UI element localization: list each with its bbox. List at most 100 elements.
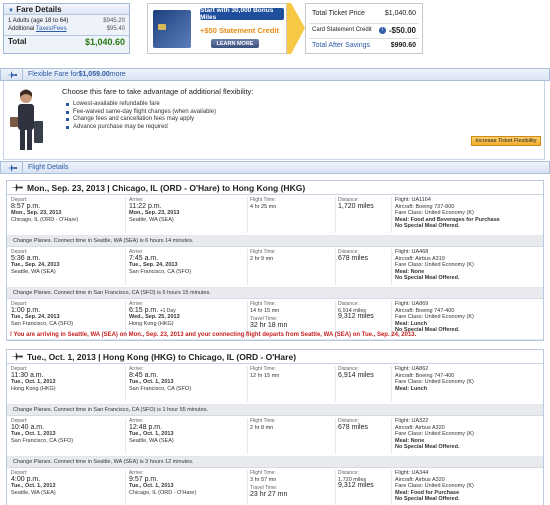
flight-time-label: Flight Time: [250, 197, 276, 203]
increase-flexibility-button[interactable]: Increase Ticket Flexibility [471, 136, 541, 146]
column-divider [335, 366, 336, 402]
fare-adults-row: 1 Adults (age 18 to 64) $945.20 [4, 17, 129, 25]
travel-time-value: 32 hr 18 mn [250, 321, 288, 329]
depart-place: Seattle, WA (SEA) [11, 489, 56, 496]
depart-date: Tue., Oct. 1, 2013 [11, 379, 56, 386]
credit-card-image [153, 10, 191, 48]
arrive-time: 8:45 a.m. [129, 371, 159, 379]
flex-benefit-item: Change fees and cancellation fees may ap… [66, 116, 216, 124]
segment-distance: Distance: 6,914 miles [338, 366, 393, 379]
summary-divider-2 [309, 38, 419, 39]
card-credit-value: -$50.00 [388, 26, 416, 35]
fare-total-label: Total [8, 37, 27, 46]
arrive-time: 12:48 p.m. [129, 423, 163, 431]
column-divider [247, 418, 248, 454]
arrive-date: Tue., Sep. 24, 2013 [129, 262, 178, 269]
distance-value: 6,914 miles [338, 371, 374, 379]
column-divider [391, 197, 392, 233]
flight-time-value: 4 hr 25 mn [250, 203, 277, 210]
credit-card-promo[interactable]: Start with 30,000 Bonus Miles +$50 State… [147, 3, 287, 54]
column-divider [247, 470, 248, 505]
segment-flight-info: Flight: UA468 Aircraft: Airbus A319 Fare… [395, 249, 543, 282]
flight-number[interactable]: Flight: UA468 [395, 249, 428, 255]
distance-value: 1,720 miles [338, 202, 374, 210]
flexible-fare-bar[interactable]: Flexible Fare for $1,059.00 more [0, 68, 550, 81]
fare-class: Fare Class: United Economy (K) [395, 483, 474, 490]
fare-collapse-icon[interactable]: ▼ [8, 8, 14, 14]
flight-details-bar[interactable]: Flight Details [0, 161, 550, 174]
flight-number[interactable]: Flight: UA862 [395, 366, 428, 372]
fare-class: Fare Class: United Economy (K) [395, 314, 474, 321]
arrive-place: San Francisco, CA (SFO) [129, 385, 192, 392]
column-divider [335, 418, 336, 454]
depart-time: 5:36 a.m. [11, 254, 41, 262]
fare-adults-value: $945.20 [103, 18, 125, 24]
segment-arrive: Arrive: 9:57 p.m. Tue., Oct. 1, 2013 Chi… [129, 470, 247, 496]
flight-number[interactable]: Flight: UA1164 [395, 197, 431, 203]
traveler-illustration [10, 89, 43, 150]
outbound-route: Mon., Sep. 23, 2013 | Chicago, IL (ORD -… [27, 182, 306, 193]
column-divider [247, 366, 248, 402]
depart-place: Seattle, WA (SEA) [11, 268, 56, 275]
fare-total-value: $1,040.60 [84, 37, 125, 47]
flight-time-value: 2 hr 8 mn [250, 424, 274, 431]
promo-banner: Start with 30,000 Bonus Miles [200, 7, 284, 21]
column-divider [335, 470, 336, 505]
flight-time-value: 3 hr 57 mn [250, 476, 277, 483]
flight-details-title: Flight Details [28, 164, 69, 171]
flight-segment: Depart: 11:30 a.m. Tue., Oct. 1, 2013 Ho… [7, 364, 543, 405]
segment-arrive: Arrive: 6:15 p.m. +1 Day Wed., Sep. 25, … [129, 301, 247, 327]
summary-divider [309, 23, 419, 24]
column-divider [125, 470, 126, 505]
flight-number[interactable]: Flight: UA344 [395, 470, 428, 476]
fare-class: Fare Class: United Economy (K) [395, 210, 474, 217]
segment-flight-info: Flight: UA344 Aircraft: Airbus A320 Fare… [395, 470, 543, 503]
meal-info: Meal: Food and Beverages for Purchase [395, 216, 500, 223]
info-icon[interactable]: i [379, 27, 386, 34]
plane-icon [1, 69, 23, 80]
column-divider [125, 249, 126, 285]
flight-number[interactable]: Flight: UA869 [395, 301, 428, 307]
depart-time: 1:00 p.m. [11, 306, 41, 314]
segment-distance: Distance: 6,914 miles 9,312 miles [338, 301, 393, 321]
arrive-date: Tue., Oct. 1, 2013 [129, 431, 174, 438]
segment-depart: Depart: 1:00 p.m. Tue., Sep. 24, 2013 Sa… [11, 301, 121, 327]
segment-distance: Distance: 678 miles [338, 249, 393, 262]
special-meal: No Special Meal Offered. [395, 275, 460, 282]
column-divider [125, 197, 126, 233]
segment-distance: Distance: 1,720 miles 9,312 miles [338, 470, 393, 490]
arrive-time: 7:45 a.m. [129, 254, 159, 262]
connection-info: Change Planes. Connect time in Seattle, … [7, 457, 543, 468]
arrive-place: Hong Kong (HKG) [129, 320, 174, 327]
flex-benefit-item: Fee-waived same-day flight changes (when… [66, 109, 216, 117]
arrive-place: Seattle, WA (SEA) [129, 216, 174, 223]
card-credit-label: Card Statement Credit [312, 27, 372, 33]
special-meal: No Special Meal Offered. [395, 444, 460, 451]
depart-time: 8:57 p.m. [11, 202, 41, 210]
aircraft-type: Aircraft: Airbus A319 [395, 255, 445, 262]
total-distance-value: 9,312 miles [338, 313, 374, 321]
arrive-time: 11:22 p.m. [129, 202, 162, 210]
depart-place: Hong Kong (HKG) [11, 385, 56, 392]
learn-more-button[interactable]: LEARN MORE [211, 39, 259, 48]
meal-info: Meal: None [395, 268, 425, 275]
connection-info: Change Planes. Connect time in San Franc… [7, 288, 543, 299]
segment-flight-info: Flight: UA1164 Aircraft: Boeing 737-800 … [395, 197, 543, 230]
after-savings-value: $990.60 [390, 42, 416, 49]
return-route: Tue., Oct. 1, 2013 | Hong Kong (HKG) to … [27, 351, 297, 362]
taxes-fees-link[interactable]: Taxes/Fees [36, 26, 67, 32]
column-divider [247, 249, 248, 285]
fare-class: Fare Class: United Economy (K) [395, 262, 474, 269]
flight-time-label: Flight Time: [250, 301, 276, 307]
fare-details-panel: ▼ Fare Details 1 Adults (age 18 to 64) $… [3, 3, 130, 54]
flex-bar-price: $1,059.00 [78, 71, 110, 78]
segment-flight-info: Flight: UA862 Aircraft: Boeing 747-400 F… [395, 366, 543, 392]
distance-value: 678 miles [338, 423, 368, 431]
flight-number[interactable]: Flight: UA322 [395, 418, 428, 424]
airplane-icon [11, 183, 23, 192]
column-divider [391, 470, 392, 505]
flight-time-value: 2 hr 9 mn [250, 255, 274, 262]
segment-depart: Depart: 5:36 a.m. Tue., Sep. 24, 2013 Se… [11, 249, 121, 275]
column-divider [335, 249, 336, 285]
flight-segment: Depart: 4:00 p.m. Tue., Oct. 1, 2013 Sea… [7, 468, 543, 505]
